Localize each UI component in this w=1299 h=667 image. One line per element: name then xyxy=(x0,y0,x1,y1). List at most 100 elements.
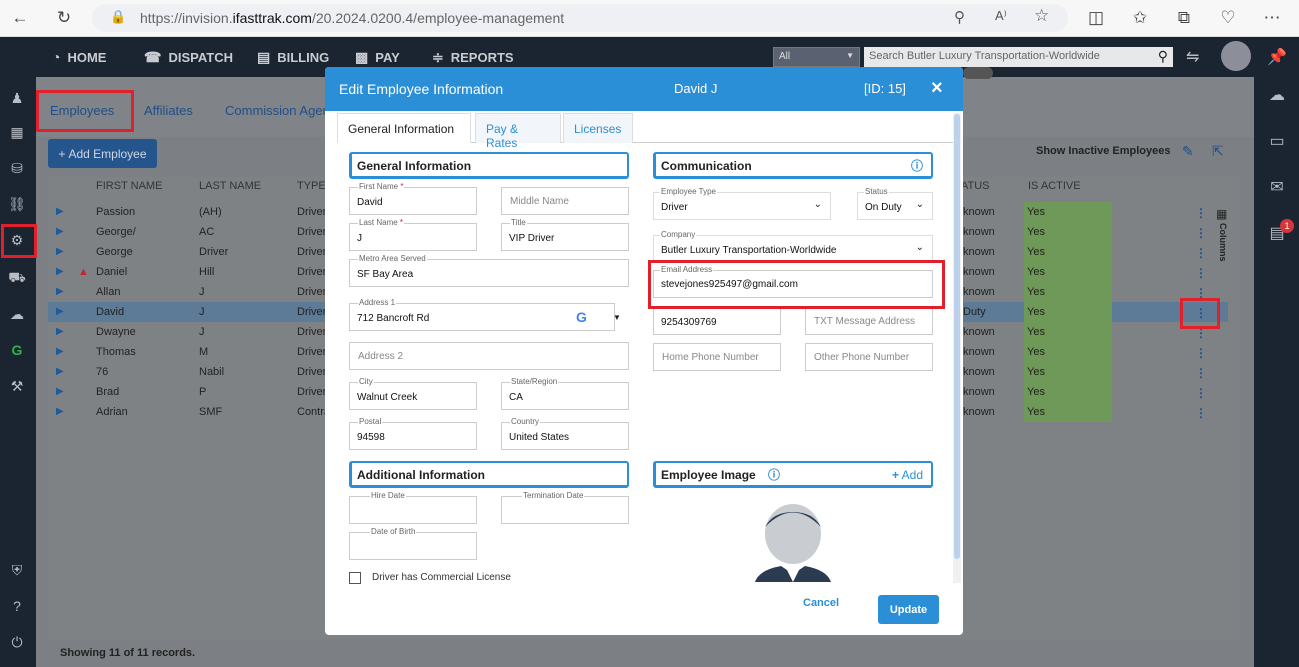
status-select[interactable]: Status On Duty ⌄ xyxy=(857,187,933,220)
metro-area-field[interactable]: Metro Area Served SF Bay Area xyxy=(349,254,629,287)
header-type[interactable]: TYPE xyxy=(297,180,326,192)
expand-row-icon[interactable]: ▶ xyxy=(56,306,64,317)
hire-date-field[interactable]: Hire Date xyxy=(349,491,477,524)
row-menu-icon[interactable]: ⋮ xyxy=(1195,206,1207,220)
address1-field[interactable]: Address 1 712 Bancroft Rd G xyxy=(349,298,615,331)
split-screen-icon[interactable]: ◫ xyxy=(1084,7,1108,29)
mobile-phone-field[interactable]: 9254309769 xyxy=(653,307,781,335)
power-icon[interactable]: ⏻ xyxy=(8,633,26,651)
other-phone-field[interactable]: Other Phone Number xyxy=(805,343,933,371)
cloud-icon[interactable]: ☁ xyxy=(1266,85,1288,105)
url-text[interactable]: https://invision.ifasttrak.com/20.2024.0… xyxy=(140,10,564,26)
info-icon[interactable]: ⓘ xyxy=(911,157,923,174)
monitor-icon[interactable]: ▭ xyxy=(1266,131,1288,151)
expand-row-icon[interactable]: ▶ xyxy=(56,406,64,417)
update-button[interactable]: Update xyxy=(878,595,939,624)
cancel-button[interactable]: Cancel xyxy=(803,597,839,609)
row-menu-icon[interactable]: ⋮ xyxy=(1195,346,1207,360)
car-icon[interactable]: ⛓ xyxy=(8,195,26,213)
company-select[interactable]: Company Butler Luxury Transportation-Worl… xyxy=(653,230,933,263)
row-menu-icon[interactable]: ⋮ xyxy=(1195,406,1207,420)
row-menu-icon[interactable]: ⋮ xyxy=(1195,226,1207,240)
row-menu-icon[interactable]: ⋮ xyxy=(1195,386,1207,400)
header-first-name[interactable]: FIRST NAME xyxy=(96,180,162,192)
modal-scroll-thumb[interactable] xyxy=(954,114,960,559)
truck-icon[interactable]: ⛁ xyxy=(8,159,26,177)
tab-commission-agents[interactable]: Commission Agen xyxy=(225,103,330,118)
postal-field[interactable]: Postal 94598 xyxy=(349,417,477,450)
header-is-active[interactable]: IS ACTIVE xyxy=(1028,180,1081,192)
chat-icon[interactable]: ✉ xyxy=(1266,177,1288,197)
header-last-name[interactable]: LAST NAME xyxy=(199,180,261,192)
expand-row-icon[interactable]: ▶ xyxy=(56,366,64,377)
nav-home[interactable]: ◔ HOME xyxy=(52,49,106,65)
refresh-icon[interactable]: ↻ xyxy=(52,7,76,29)
read-aloud-icon[interactable]: A⁾ xyxy=(995,8,1007,24)
expand-row-icon[interactable]: ▶ xyxy=(56,246,64,257)
address-dropdown-icon[interactable]: ▼ xyxy=(613,313,621,322)
row-menu-icon[interactable]: ⋮ xyxy=(1195,266,1207,280)
employee-type-select[interactable]: Employee Type Driver ⌄ xyxy=(653,187,831,220)
termination-date-field[interactable]: Termination Date xyxy=(501,491,629,524)
expand-row-icon[interactable]: ▶ xyxy=(56,386,64,397)
nav-dispatch[interactable]: ☎ DISPATCH xyxy=(144,49,233,66)
nav-reports[interactable]: ≑ REPORTS xyxy=(432,49,514,66)
middle-name-field[interactable]: Middle Name xyxy=(501,187,629,215)
header-status[interactable]: ATUS xyxy=(961,180,990,192)
pin-icon[interactable]: 📌 xyxy=(1266,47,1288,67)
g-logo-icon[interactable]: G xyxy=(8,341,26,359)
address-bar[interactable]: 🔒 https://invision.ifasttrak.com/20.2024… xyxy=(92,4,1068,32)
help-icon[interactable]: ? xyxy=(8,597,26,615)
switch-icon[interactable]: ⇋ xyxy=(1186,47,1199,67)
lock-icon[interactable]: 🔒 xyxy=(110,9,126,25)
search-scope-select[interactable]: All ▼ xyxy=(773,47,860,67)
zoom-icon[interactable]: ⚲ xyxy=(954,8,965,26)
nav-billing[interactable]: ▤ BILLING xyxy=(257,49,329,66)
expand-row-icon[interactable]: ▶ xyxy=(56,226,64,237)
info-icon[interactable]: ⓘ xyxy=(768,466,780,483)
country-field[interactable]: Country United States xyxy=(501,417,629,450)
first-name-field[interactable]: First Name * David xyxy=(349,182,477,215)
add-image-button[interactable]: + Add xyxy=(892,468,923,482)
back-arrow-icon[interactable]: ← xyxy=(8,7,32,29)
expand-row-icon[interactable]: ▶ xyxy=(56,326,64,337)
bus-icon[interactable]: ⛟ xyxy=(8,269,26,287)
last-name-field[interactable]: Last Name * J xyxy=(349,218,477,251)
search-icon[interactable]: ⚲ xyxy=(1158,48,1168,65)
avatar[interactable] xyxy=(1221,41,1251,71)
tab-licenses[interactable]: Licenses xyxy=(563,113,633,143)
collections-icon[interactable]: ⧉ xyxy=(1172,7,1196,29)
address2-field[interactable]: Address 2 xyxy=(349,342,629,370)
state-field[interactable]: State/Region CA xyxy=(501,377,629,410)
users-icon[interactable]: ♟ xyxy=(8,89,26,107)
expand-row-icon[interactable]: ▶ xyxy=(56,286,64,297)
tab-affiliates[interactable]: Affiliates xyxy=(144,103,193,118)
date-of-birth-field[interactable]: Date of Birth xyxy=(349,527,477,560)
shield-icon[interactable]: ⛨ xyxy=(8,561,26,579)
cdl-checkbox[interactable] xyxy=(349,572,361,584)
row-menu-icon[interactable]: ⋮ xyxy=(1195,366,1207,380)
nav-pay[interactable]: ▩ PAY xyxy=(355,49,400,66)
close-icon[interactable]: × xyxy=(931,77,943,100)
row-menu-icon[interactable]: ⋮ xyxy=(1195,246,1207,260)
favorite-star-icon[interactable]: ☆ xyxy=(1034,6,1049,26)
expand-row-icon[interactable]: ▶ xyxy=(56,206,64,217)
favorites-icon[interactable]: ✩ xyxy=(1128,7,1152,29)
export-icon[interactable]: ⇱ xyxy=(1212,143,1224,160)
tab-pay-rates[interactable]: Pay & Rates xyxy=(475,113,561,150)
add-employee-button[interactable]: + Add Employee xyxy=(48,139,157,168)
show-inactive-toggle[interactable] xyxy=(963,67,993,79)
edit-list-icon[interactable]: ✎ xyxy=(1182,143,1194,160)
home-phone-field[interactable]: Home Phone Number xyxy=(653,343,781,371)
expand-row-icon[interactable]: ▶ xyxy=(56,266,64,277)
txt-message-field[interactable]: TXT Message Address xyxy=(805,307,933,335)
city-field[interactable]: City Walnut Creek xyxy=(349,377,477,410)
expand-row-icon[interactable]: ▶ xyxy=(56,346,64,357)
title-field[interactable]: Title VIP Driver xyxy=(501,218,629,251)
health-icon[interactable]: ♡ xyxy=(1216,7,1240,29)
global-search-input[interactable]: Search Butler Luxury Transportation-Worl… xyxy=(864,47,1173,67)
tab-general-information[interactable]: General Information xyxy=(337,113,471,143)
cloud-sync-icon[interactable]: ☁ xyxy=(8,305,26,323)
tools-icon[interactable]: ⚒ xyxy=(8,377,26,395)
more-menu-icon[interactable]: ⋯ xyxy=(1260,7,1284,29)
